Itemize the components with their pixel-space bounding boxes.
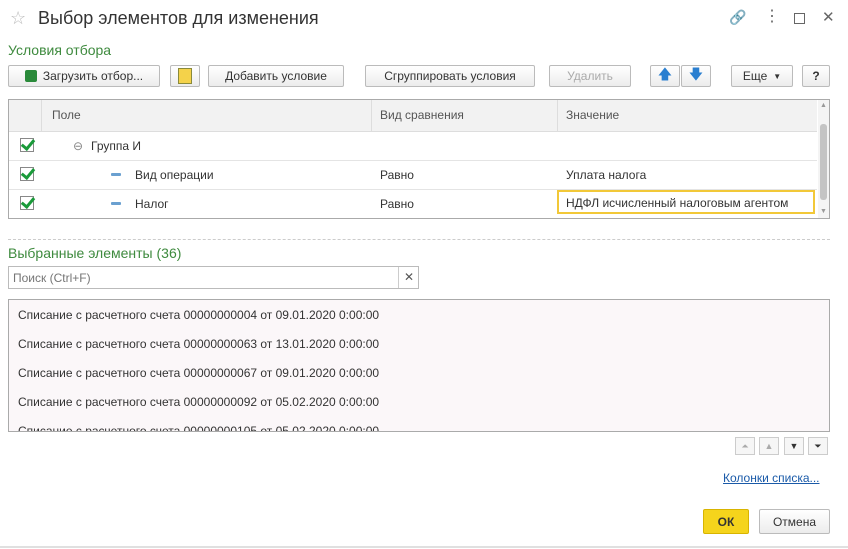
row-value: НДФЛ исчисленный налоговым агентом — [566, 196, 789, 210]
table-scrollbar[interactable]: ▲ ▼ — [818, 100, 829, 218]
row-field: Налог — [135, 197, 169, 211]
search-field[interactable]: ✕ — [8, 266, 419, 289]
load-filter-icon — [24, 70, 37, 82]
condition-item-icon — [111, 202, 121, 205]
filter-section-title: Условия отбора — [8, 42, 112, 58]
row-comparison: Равно — [380, 197, 414, 211]
move-up-button[interactable]: 🡅 — [650, 65, 680, 87]
save-filter-icon — [178, 68, 192, 84]
search-input[interactable] — [9, 267, 399, 288]
list-item[interactable]: Списание с расчетного счета 00000000004 … — [9, 300, 829, 329]
page-down-icon: ▼ — [789, 441, 799, 451]
maximize-icon[interactable] — [794, 13, 805, 24]
last-page-icon: ⏷ — [814, 440, 822, 451]
scroll-up-icon[interactable]: ▲ — [820, 102, 827, 109]
splitter[interactable] — [8, 239, 830, 240]
ok-button[interactable]: ОК — [703, 509, 749, 534]
row-field: Вид операции — [135, 168, 214, 182]
table-row[interactable]: ⊖ Группа И — [9, 131, 817, 161]
column-header-comparison[interactable]: Вид сравнения — [380, 108, 464, 122]
help-button[interactable]: ? — [802, 65, 830, 87]
scroll-to-bottom-button[interactable]: ⏷ — [808, 437, 828, 455]
move-down-button[interactable]: 🡇 — [681, 65, 711, 87]
row-checkbox[interactable] — [20, 196, 34, 210]
window-title: Выбор элементов для изменения — [38, 8, 319, 28]
table-row[interactable]: Налог Равно НДФЛ исчисленный налоговым а… — [9, 189, 817, 218]
cancel-button[interactable]: Отмена — [759, 509, 830, 534]
conditions-table[interactable]: Поле Вид сравнения Значение ⊖ Группа И В… — [8, 99, 830, 219]
scrollbar-thumb[interactable] — [820, 124, 827, 200]
chevron-down-icon: ▼ — [773, 71, 782, 81]
table-row[interactable]: Вид операции Равно Уплата налога — [9, 160, 817, 190]
favorite-star-icon[interactable]: ☆ — [10, 8, 26, 29]
column-header-value[interactable]: Значение — [566, 108, 619, 122]
row-field: Группа И — [91, 139, 141, 153]
clear-search-icon[interactable]: ✕ — [404, 270, 414, 284]
page-up-icon: ▲ — [764, 441, 774, 451]
list-columns-link[interactable]: Колонки списка... — [723, 471, 820, 485]
table-header: Поле Вид сравнения Значение — [9, 100, 817, 132]
row-checkbox[interactable] — [20, 138, 34, 152]
more-button[interactable]: Еще ▼ — [731, 65, 793, 87]
delete-button[interactable]: Удалить — [549, 65, 631, 87]
scroll-to-top-button[interactable]: ⏶ — [735, 437, 755, 455]
save-filter-button[interactable] — [170, 65, 200, 87]
link-icon[interactable]: 🔗 — [729, 9, 746, 26]
page-down-button[interactable]: ▼ — [784, 437, 804, 455]
group-conditions-button[interactable]: Сгруппировать условия — [365, 65, 535, 87]
list-item[interactable]: Списание с расчетного счета 00000000063 … — [9, 329, 829, 358]
row-comparison: Равно — [380, 168, 414, 182]
first-page-icon: ⏶ — [741, 440, 749, 451]
collapse-icon[interactable]: ⊖ — [73, 139, 83, 153]
page-up-button[interactable]: ▲ — [759, 437, 779, 455]
row-value: Уплата налога — [566, 168, 647, 182]
window-bottom-border — [0, 546, 848, 548]
column-header-field[interactable]: Поле — [52, 108, 81, 122]
add-condition-button[interactable]: Добавить условие — [208, 65, 344, 87]
condition-item-icon — [111, 173, 121, 176]
value-cell-editor[interactable]: НДФЛ исчисленный налоговым агентом — [557, 190, 815, 214]
arrow-down-icon: 🡇 — [688, 66, 704, 82]
arrow-up-icon: 🡅 — [657, 66, 673, 82]
scroll-down-icon[interactable]: ▼ — [820, 208, 827, 215]
selected-section-title: Выбранные элементы (36) — [8, 245, 182, 261]
load-filter-button[interactable]: Загрузить отбор... — [8, 65, 160, 87]
close-icon[interactable]: ✕ — [822, 8, 835, 26]
selected-items-list[interactable]: Списание с расчетного счета 00000000004 … — [8, 299, 830, 432]
list-item[interactable]: Списание с расчетного счета 00000000092 … — [9, 387, 829, 416]
more-menu-icon[interactable]: ⋮ — [764, 6, 780, 26]
list-item[interactable]: Списание с расчетного счета 00000000067 … — [9, 358, 829, 387]
list-item[interactable]: Списание с расчетного счета 00000000105 … — [9, 416, 829, 431]
row-checkbox[interactable] — [20, 167, 34, 181]
